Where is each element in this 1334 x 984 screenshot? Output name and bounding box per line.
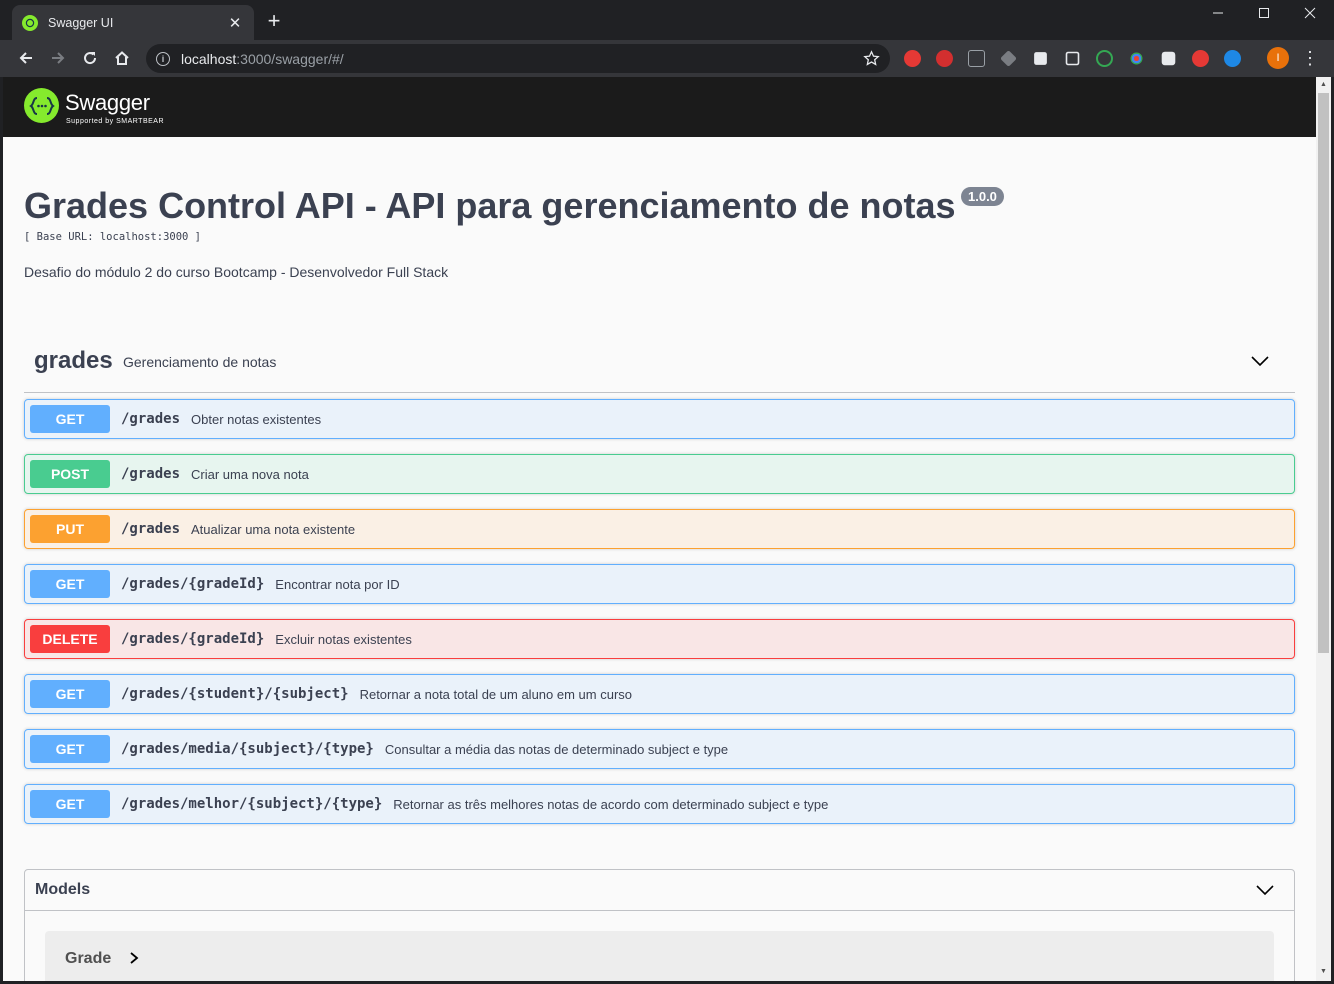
method-badge: GET bbox=[30, 680, 110, 708]
endpoint-summary: Retornar as três melhores notas de acord… bbox=[393, 796, 829, 812]
camera-icon[interactable] bbox=[1161, 51, 1176, 66]
site-info-icon[interactable]: i bbox=[156, 51, 170, 66]
opblock-delete-grade[interactable]: DELETE /grades/{gradeId} Excluir notas e… bbox=[24, 619, 1295, 659]
endpoint-path: /grades/{gradeId} bbox=[121, 576, 265, 592]
chrome-menu-icon[interactable]: ⋮ bbox=[1300, 48, 1320, 68]
endpoint-path: /grades/{student}/{subject} bbox=[121, 686, 349, 702]
method-badge: PUT bbox=[30, 515, 110, 543]
endpoint-path: /grades bbox=[121, 466, 181, 482]
swagger-logo-text[interactable]: Swagger bbox=[65, 90, 150, 116]
opblock-get-grades[interactable]: GET /grades Obter notas existentes bbox=[24, 399, 1295, 439]
base-url: [ Base URL: localhost:3000 ] bbox=[24, 231, 202, 243]
refresh-icon[interactable] bbox=[1096, 50, 1113, 67]
model-grade[interactable]: Grade bbox=[45, 931, 1274, 981]
json-viewer-icon[interactable] bbox=[968, 50, 985, 67]
color-dots-icon[interactable] bbox=[1130, 52, 1143, 65]
tag-icon[interactable] bbox=[1000, 50, 1017, 67]
opblock-get-media[interactable]: GET /grades/media/{subject}/{type} Consu… bbox=[24, 729, 1295, 769]
chevron-down-icon[interactable] bbox=[1256, 881, 1274, 899]
tab-close-icon[interactable]: ✕ bbox=[226, 14, 244, 32]
models-section: Models Grade bbox=[24, 869, 1295, 981]
window-close-icon[interactable] bbox=[1287, 0, 1333, 26]
browser-tab[interactable]: Swagger UI ✕ bbox=[12, 5, 254, 40]
opblock-put-grades[interactable]: PUT /grades Atualizar uma nota existente bbox=[24, 509, 1295, 549]
scrollbar-thumb[interactable] bbox=[1318, 93, 1329, 653]
forward-arrow-icon[interactable] bbox=[45, 45, 71, 71]
endpoint-summary: Excluir notas existentes bbox=[275, 631, 412, 647]
trello-icon[interactable] bbox=[1034, 52, 1047, 65]
swagger-logo-icon[interactable] bbox=[24, 88, 59, 123]
tag-name: grades bbox=[34, 347, 113, 374]
method-badge: GET bbox=[30, 735, 110, 763]
scroll-up-arrow-icon[interactable]: ▲ bbox=[1319, 80, 1328, 89]
endpoint-path: /grades/melhor/{subject}/{type} bbox=[121, 796, 383, 812]
profile-avatar[interactable]: I bbox=[1267, 47, 1289, 69]
home-icon[interactable] bbox=[109, 45, 135, 71]
api-title: Grades Control API - API para gerenciame… bbox=[24, 185, 956, 226]
api-description: Desafio do módulo 2 do curso Bootcamp - … bbox=[24, 264, 449, 280]
chevron-down-icon[interactable] bbox=[1251, 352, 1269, 370]
method-badge: GET bbox=[30, 405, 110, 433]
version-badge: 1.0.0 bbox=[961, 187, 1004, 206]
back-arrow-icon[interactable] bbox=[13, 45, 39, 71]
minimize-icon[interactable] bbox=[1195, 0, 1241, 26]
opblock-get-melhor[interactable]: GET /grades/melhor/{subject}/{type} Reto… bbox=[24, 784, 1295, 824]
opblock-get-grade-by-id[interactable]: GET /grades/{gradeId} Encontrar nota por… bbox=[24, 564, 1295, 604]
opblock-get-student-subject[interactable]: GET /grades/{student}/{subject} Retornar… bbox=[24, 674, 1295, 714]
models-title[interactable]: Models bbox=[35, 881, 90, 899]
endpoint-summary: Obter notas existentes bbox=[191, 411, 322, 427]
divider bbox=[25, 910, 1294, 911]
endpoint-path: /grades/media/{subject}/{type} bbox=[121, 741, 374, 757]
scroll-down-arrow-icon[interactable]: ▼ bbox=[1319, 967, 1328, 976]
method-badge: GET bbox=[30, 790, 110, 818]
method-badge: DELETE bbox=[30, 625, 110, 653]
address-bar[interactable]: i localhost:3000/swagger/#/ bbox=[146, 44, 890, 73]
page-viewport: Swagger Supported by SMARTBEAR Grades Co… bbox=[3, 77, 1316, 981]
endpoint-path: /grades bbox=[121, 411, 181, 427]
endpoint-summary: Atualizar uma nota existente bbox=[191, 521, 356, 537]
url-host: localhost bbox=[181, 50, 237, 67]
url-path: :3000/swagger/#/ bbox=[236, 50, 344, 67]
browser-tabstrip: Swagger UI ✕ + bbox=[0, 0, 1334, 40]
method-badge: GET bbox=[30, 570, 110, 598]
chevron-right-icon[interactable] bbox=[127, 951, 141, 965]
tab-title: Swagger UI bbox=[48, 15, 114, 30]
tag-section-header[interactable]: grades Gerenciamento de notas bbox=[24, 343, 1295, 393]
endpoint-path: /grades/{gradeId} bbox=[121, 631, 265, 647]
swagger-topbar: Swagger Supported by SMARTBEAR bbox=[3, 77, 1316, 137]
browser-toolbar: i localhost:3000/swagger/#/ I ⋮ bbox=[0, 40, 1334, 77]
abp-icon[interactable] bbox=[936, 50, 953, 67]
opblock-post-grades[interactable]: POST /grades Criar uma nova nota bbox=[24, 454, 1295, 494]
swagger-favicon-icon bbox=[22, 14, 38, 31]
adblock-stop-icon[interactable] bbox=[904, 50, 921, 67]
reload-icon[interactable] bbox=[77, 45, 103, 71]
endpoint-summary: Consultar a média das notas de determina… bbox=[384, 741, 729, 757]
swagger-logo-subtext: Supported by SMARTBEAR bbox=[66, 118, 165, 125]
endpoint-summary: Encontrar nota por ID bbox=[275, 576, 400, 592]
grid-icon[interactable] bbox=[1065, 51, 1080, 66]
endpoint-summary: Criar uma nova nota bbox=[191, 466, 309, 482]
method-badge: POST bbox=[30, 460, 110, 488]
maximize-icon[interactable] bbox=[1241, 0, 1287, 26]
translate-icon[interactable] bbox=[1224, 50, 1241, 67]
model-name: Grade bbox=[65, 950, 112, 967]
page-scrollbar[interactable]: ▲ ▼ bbox=[1316, 77, 1331, 981]
new-tab-icon[interactable]: + bbox=[262, 10, 286, 34]
bookmark-star-icon[interactable] bbox=[863, 50, 880, 67]
vpn-icon[interactable] bbox=[1192, 50, 1209, 67]
endpoint-summary: Retornar a nota total de um aluno em um … bbox=[359, 686, 633, 702]
endpoint-path: /grades bbox=[121, 521, 181, 537]
tag-description: Gerenciamento de notas bbox=[123, 354, 277, 370]
